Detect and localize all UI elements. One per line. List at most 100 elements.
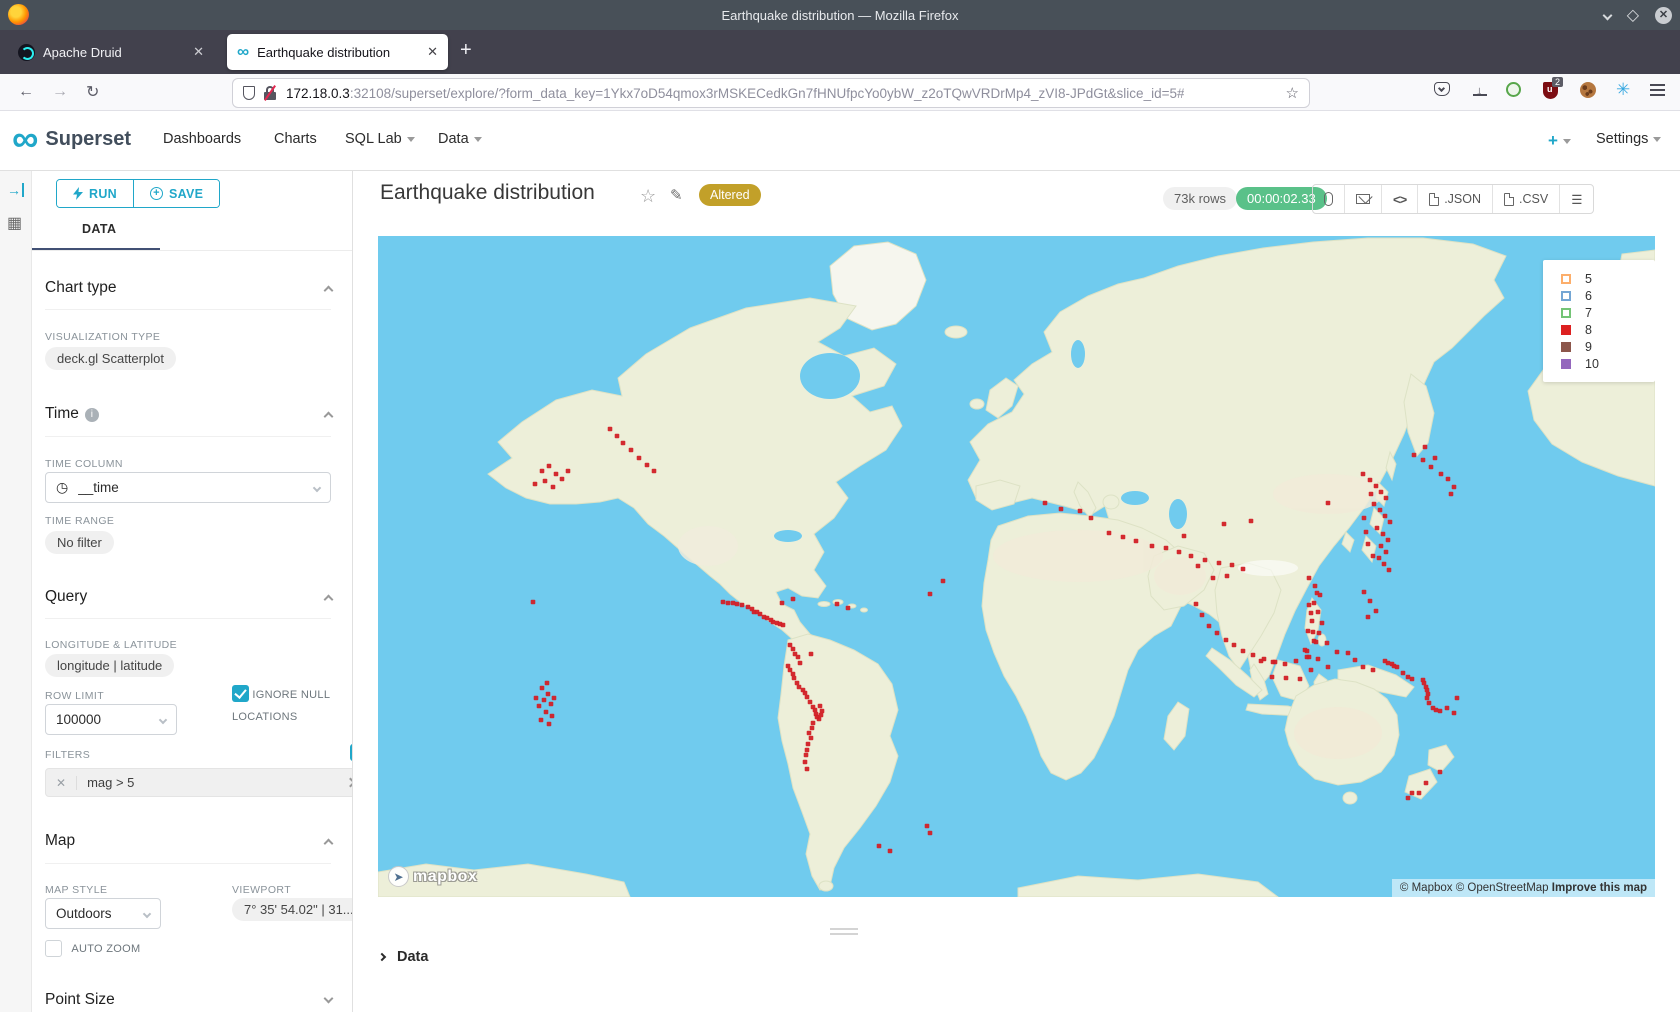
dataset-grid-icon[interactable]: ▦ [7,213,22,233]
chevron-down-icon[interactable] [324,994,334,1004]
superset-navbar: ∞ Superset Dashboards Charts SQL Lab Dat… [0,111,1680,171]
legend-label: 6 [1585,289,1592,303]
legend-item[interactable]: 8 [1561,321,1655,338]
back-button[interactable]: ← [18,83,34,101]
nav-item-data[interactable]: Data [438,131,482,147]
viewport-label: VIEWPORT [232,884,291,896]
map-style-select[interactable]: Outdoors [45,898,161,929]
reload-button[interactable]: ↻ [86,82,99,102]
download-icon[interactable]: ↓ [1473,82,1487,96]
tab-apache-druid[interactable]: Apache Druid ✕ [8,34,214,70]
legend-label: 7 [1585,306,1592,320]
nav-item-charts[interactable]: Charts [274,131,317,147]
attribution-improve-link[interactable]: Improve this map [1552,882,1647,894]
code-icon: <> [1393,192,1406,207]
left-rail: → ▦ [0,171,32,1012]
map-style-label: MAP STYLE [45,884,107,896]
url-host: 172.18.0.3 [286,86,350,101]
remove-filter-icon[interactable]: ✕ [46,776,77,790]
bookmark-star-icon[interactable]: ☆ [1286,84,1299,102]
window-title: Earthquake distribution — Mozilla Firefo… [0,8,1680,23]
chevron-right-icon [346,778,353,788]
legend-item[interactable]: 5 [1561,270,1655,287]
tab-earthquake-distribution[interactable]: ∞ Earthquake distribution ✕ [227,34,448,70]
maximize-icon[interactable]: ◇ [1627,5,1639,25]
url-bar[interactable]: 172.18.0.3 :32108/superset/explore/?form… [233,79,1309,107]
favorite-star-icon[interactable]: ☆ [640,186,656,207]
window-titlebar: Earthquake distribution — Mozilla Firefo… [0,0,1680,30]
chevron-up-icon[interactable] [324,839,334,849]
cookie-icon[interactable] [1580,82,1596,98]
section-map[interactable]: Map [45,832,75,850]
legend-item[interactable]: 6 [1561,287,1655,304]
nav-item-dashboards[interactable]: Dashboards [163,131,241,147]
chevron-up-icon[interactable] [324,412,334,422]
save-button[interactable]: + SAVE [133,180,219,207]
browser-toolbar: ← → ↻ 172.18.0.3 :32108/superset/explore… [0,74,1680,111]
attribution-mapbox[interactable]: © Mapbox [1400,882,1453,894]
row-limit-select[interactable]: 100000 [45,704,177,735]
tab-close-icon[interactable]: ✕ [193,44,204,60]
nav-item-sql-lab[interactable]: SQL Lab [345,131,415,147]
viz-type-value[interactable]: deck.gl Scatterplot [45,347,176,370]
export-csv-button[interactable]: .CSV [1492,185,1559,213]
time-column-label: TIME COLUMN [45,458,123,470]
chevron-up-icon[interactable] [324,595,334,605]
email-button[interactable] [1344,185,1381,213]
legend-item[interactable]: 10 [1561,355,1655,372]
lonlat-value[interactable]: longitude | latitude [45,654,174,677]
add-filter-button[interactable]: + [350,744,353,761]
embed-code-button[interactable]: <> [1381,185,1417,213]
ignore-null-checkbox[interactable]: IGNORE NULL LOCATIONS [232,684,353,728]
menu-icon[interactable] [1650,89,1665,91]
legend-item[interactable]: 9 [1561,338,1655,355]
panel-drag-handle[interactable] [830,928,858,935]
chevron-down-icon [313,483,321,491]
altered-badge[interactable]: Altered [699,184,761,206]
share-link-button[interactable] [1313,185,1344,213]
auto-zoom-checkbox[interactable]: AUTO ZOOM [45,940,140,957]
filters-label: FILTERS [45,749,90,761]
tracking-shield-icon[interactable] [243,86,255,100]
map-canvas[interactable]: 5 6 789 10 ➤ mapbox © Mapbox © OpenStreetMa… [378,236,1655,897]
chevron-down-icon [474,137,482,142]
info-icon: i [85,408,99,422]
time-column-select[interactable]: ◷ __time [45,472,331,503]
new-item-button[interactable]: + [1548,131,1571,151]
browser-tabbar: Apache Druid ✕ ∞ Earthquake distribution… [0,30,1680,74]
run-button[interactable]: RUN [57,180,133,207]
insecure-lock-icon[interactable] [264,86,277,100]
more-options-icon[interactable]: ☰ [1559,185,1593,213]
checkbox-unchecked-icon[interactable] [45,940,62,957]
envelope-icon [1356,194,1370,204]
adblock-shield-icon[interactable]: u2 [1543,82,1558,99]
legend-item[interactable]: 7 [1561,304,1655,321]
section-query[interactable]: Query [45,588,87,606]
new-tab-button[interactable]: + [460,39,472,62]
tab-data[interactable]: DATA [82,222,116,236]
settings-menu[interactable]: Settings [1596,131,1661,147]
superset-logo[interactable]: ∞ Superset [12,121,131,157]
legend-label: 10 [1585,357,1599,371]
data-collapse-toggle[interactable]: Data [379,949,428,965]
export-json-button[interactable]: .JSON [1417,185,1492,213]
time-range-value[interactable]: No filter [45,531,114,554]
extension-asterisk-icon[interactable]: ✳ [1616,80,1630,100]
pocket-icon[interactable] [1434,82,1450,96]
chevron-up-icon[interactable] [324,286,334,296]
viewport-value[interactable]: 7° 35' 54.02" | 31... [232,898,353,921]
section-time[interactable]: Timei [45,405,99,423]
close-icon[interactable]: ✕ [1655,7,1672,24]
edit-pencil-icon[interactable]: ✎ [670,186,683,204]
tab-close-icon[interactable]: ✕ [427,44,438,60]
forward-button[interactable]: → [52,83,68,101]
minimize-icon[interactable] [1602,10,1612,20]
extension-ring-icon[interactable] [1506,82,1521,97]
section-chart-type[interactable]: Chart type [45,279,117,297]
collapse-panel-icon[interactable]: → [7,183,24,197]
mapbox-logo[interactable]: ➤ mapbox [388,866,477,887]
filter-chip[interactable]: ✕ mag > 5 [45,768,353,797]
section-point-size[interactable]: Point Size [45,991,115,1009]
attribution-osm[interactable]: © OpenStreetMap [1456,882,1549,894]
checkbox-checked-icon[interactable] [232,685,249,702]
